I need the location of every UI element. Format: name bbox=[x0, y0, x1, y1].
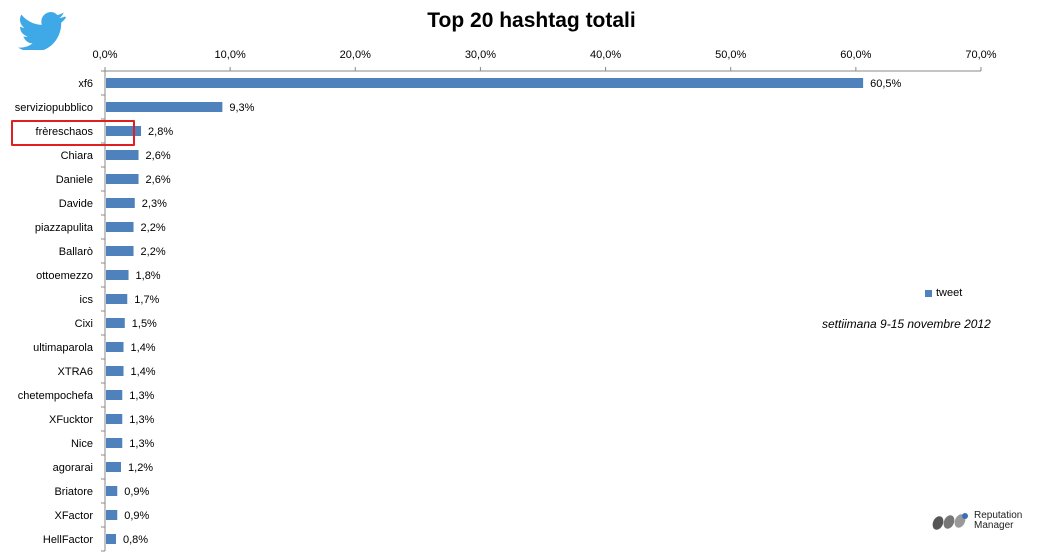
data-label: 60,5% bbox=[870, 78, 901, 90]
period-annotation: settiimana 9-15 novembre 2012 bbox=[822, 317, 991, 331]
bar bbox=[106, 174, 139, 184]
data-label: 1,2% bbox=[128, 462, 153, 474]
data-label: 1,3% bbox=[129, 414, 154, 426]
bar bbox=[106, 438, 123, 448]
category-label: XFactor bbox=[54, 510, 93, 522]
data-label: 0,9% bbox=[124, 510, 149, 522]
chart-page: Top 20 hashtag totali 0,0% 10,0% 20,0% 30,0… bbox=[0, 0, 1063, 560]
x-tick-label: 40,0% bbox=[590, 49, 621, 61]
category-label: Cixi bbox=[75, 318, 93, 330]
bar bbox=[106, 318, 125, 328]
data-label: 2,2% bbox=[141, 246, 166, 258]
category-label: Ballarò bbox=[59, 246, 93, 258]
category-label: ultimaparola bbox=[33, 342, 94, 354]
x-tick-label: 70,0% bbox=[965, 49, 996, 61]
x-tick-label: 60,0% bbox=[840, 49, 871, 61]
category-label: piazzapulita bbox=[35, 222, 94, 234]
data-label: 1,3% bbox=[129, 390, 154, 402]
bar bbox=[106, 462, 122, 472]
bar bbox=[106, 534, 117, 544]
x-tick-label: 10,0% bbox=[215, 49, 246, 61]
reputation-manager-logo-icon bbox=[932, 513, 968, 530]
data-label: 0,9% bbox=[124, 486, 149, 498]
category-label: ottoemezzo bbox=[36, 270, 93, 282]
bar bbox=[106, 270, 129, 280]
bar bbox=[106, 150, 139, 160]
bar-chart: 0,0% 10,0% 20,0% 30,0% 40,0% 50,0% 60,0% 70,0% x… bbox=[15, 49, 997, 552]
legend-label: tweet bbox=[936, 287, 963, 299]
data-label: 2,3% bbox=[142, 198, 167, 210]
data-label: 0,8% bbox=[123, 534, 148, 546]
category-label: XTRA6 bbox=[58, 366, 93, 378]
bar bbox=[106, 222, 134, 232]
data-label: 1,7% bbox=[134, 294, 159, 306]
data-label: 2,6% bbox=[146, 150, 171, 162]
brand-line2: Manager bbox=[974, 520, 1014, 531]
category-label: XFucktor bbox=[49, 414, 93, 426]
bar bbox=[106, 510, 118, 520]
category-label: Briatore bbox=[54, 486, 93, 498]
bar bbox=[106, 198, 135, 208]
legend: tweet bbox=[925, 287, 962, 299]
category-label: Nice bbox=[71, 438, 93, 450]
data-label: 2,6% bbox=[146, 174, 171, 186]
bar bbox=[106, 246, 134, 256]
bar bbox=[106, 102, 223, 112]
bar bbox=[106, 486, 118, 496]
x-tick-label: 0,0% bbox=[92, 49, 117, 61]
bar bbox=[106, 414, 123, 424]
bar bbox=[106, 342, 124, 352]
data-label: 9,3% bbox=[229, 102, 254, 114]
data-label: 1,5% bbox=[132, 318, 157, 330]
data-label: 2,2% bbox=[141, 222, 166, 234]
data-label: 1,3% bbox=[129, 438, 154, 450]
highlight-box bbox=[11, 120, 135, 146]
x-tick-label: 50,0% bbox=[715, 49, 746, 61]
category-label: serviziopubblico bbox=[15, 102, 93, 114]
bar bbox=[106, 78, 864, 88]
legend-swatch bbox=[925, 289, 932, 297]
category-label: HellFactor bbox=[43, 534, 93, 546]
category-label: Daniele bbox=[56, 174, 93, 186]
bar bbox=[106, 366, 124, 376]
category-label: agorarai bbox=[53, 462, 93, 474]
category-label: chetempochefa bbox=[18, 390, 94, 402]
data-label: 1,8% bbox=[136, 270, 161, 282]
category-label: ics bbox=[80, 294, 94, 306]
data-label: 1,4% bbox=[131, 342, 156, 354]
data-label: 1,4% bbox=[131, 366, 156, 378]
bar bbox=[106, 390, 123, 400]
x-tick-label: 30,0% bbox=[465, 49, 496, 61]
category-label: Davide bbox=[59, 198, 93, 210]
x-tick-label: 20,0% bbox=[340, 49, 371, 61]
category-label: Chiara bbox=[61, 150, 94, 162]
data-label: 2,8% bbox=[148, 126, 173, 138]
brand-logo: Reputation Manager bbox=[930, 510, 1022, 532]
category-label: xf6 bbox=[78, 78, 93, 90]
bar bbox=[106, 294, 128, 304]
